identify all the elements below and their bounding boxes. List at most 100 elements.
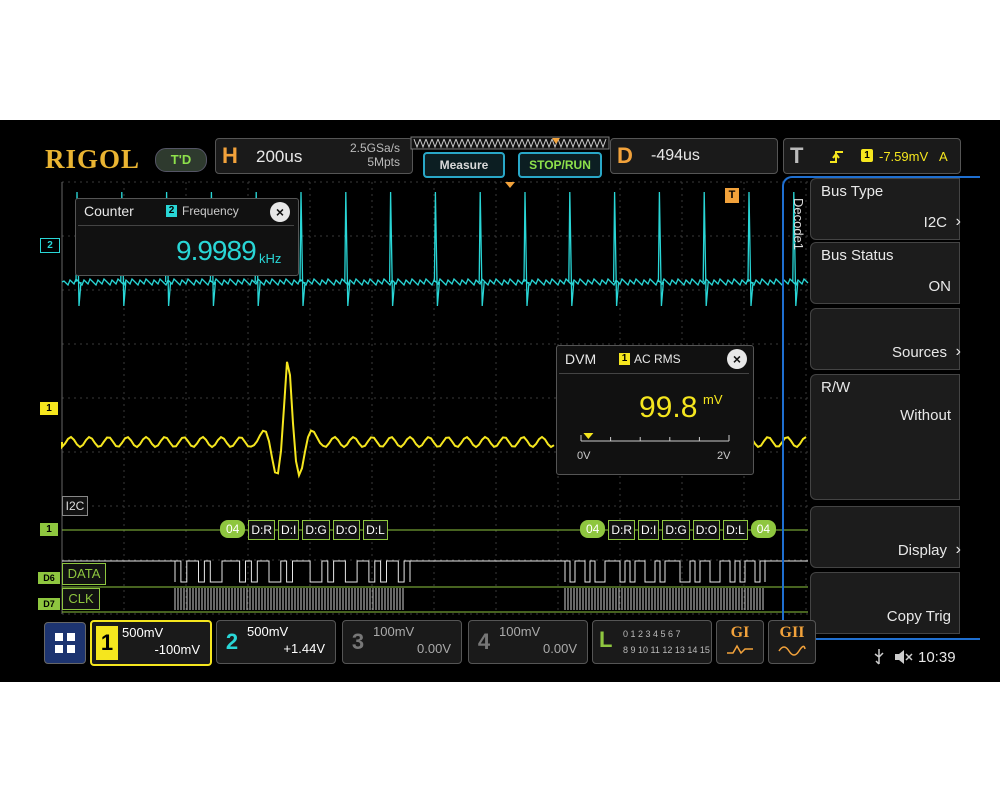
menu-item-title: Bus Type: [821, 183, 884, 200]
decode-data-chip[interactable]: D:O: [692, 520, 721, 540]
channel-1-marker[interactable]: 1: [40, 402, 58, 415]
dvm-unit: mV: [703, 392, 723, 407]
channel-scale: 100mV: [373, 624, 415, 639]
dvm-scale-min: 0V: [577, 450, 591, 462]
trigger-source-badge: 1: [861, 149, 873, 162]
dvm-source-badge: 1: [619, 353, 630, 365]
decode-address-chip[interactable]: 04: [750, 520, 777, 538]
menu-item-value: Display: [897, 542, 947, 559]
logic-channels-high: 8 9 10 11 12 13 14 15: [623, 645, 710, 655]
channel-2-panel[interactable]: 2 500mV +1.44V: [216, 620, 336, 664]
dvm-close-button[interactable]: ×: [727, 349, 747, 369]
channel-number: 3: [351, 629, 365, 654]
counter-panel[interactable]: Counter 2 Frequency × 9.9989 kHz: [75, 198, 299, 276]
trigger-marker[interactable]: T: [725, 188, 739, 203]
pulse-wave-icon: [727, 644, 753, 655]
decode-frame: 04 D:R D:I D:G D:O D:L: [220, 520, 388, 540]
channel-number: 1: [96, 626, 118, 660]
decode-data-chip[interactable]: D:L: [363, 520, 388, 540]
trigger-level: -7.59mV: [879, 149, 929, 164]
clk-label: CLK: [62, 588, 100, 610]
logic-label: L: [599, 627, 613, 652]
decode-frame: 04 D:R D:I D:G D:O D:L 04: [580, 520, 777, 540]
dvm-title: DVM: [565, 351, 597, 367]
menu-item[interactable]: Copy Trig: [810, 572, 960, 634]
clk-waveform: [174, 588, 764, 610]
channel-4-panel[interactable]: 4 100mV 0.00V: [468, 620, 588, 664]
decode-data-chip[interactable]: D:O: [332, 520, 361, 540]
generator-1-button[interactable]: GI: [716, 620, 764, 664]
trigger-mode: A: [939, 149, 948, 164]
generator-2-label: GII: [779, 624, 805, 641]
generator-2-button[interactable]: GII: [768, 620, 816, 664]
d7-marker[interactable]: D7: [38, 598, 60, 610]
dvm-scale: [580, 433, 730, 442]
data-label: DATA: [62, 563, 106, 585]
channel-number: 2: [225, 629, 239, 654]
decode-data-chip[interactable]: D:R: [248, 520, 276, 540]
menu-item-value: Copy Trig: [886, 608, 951, 625]
clock: 10:39: [918, 649, 956, 666]
bus-marker[interactable]: 1: [40, 523, 58, 536]
i2c-label: I2C: [62, 496, 88, 516]
decode-address-chip[interactable]: 04: [580, 520, 606, 538]
channel-offset: 0.00V: [417, 641, 451, 656]
logic-panel[interactable]: L 0 1 2 3 4 5 6 7 8 9 10 11 12 13 14 15: [592, 620, 712, 664]
menu-item-title: R/W: [821, 379, 851, 396]
apps-button[interactable]: [44, 622, 86, 664]
decode-data-chip[interactable]: D:L: [723, 520, 748, 540]
data-waveform: [62, 560, 808, 583]
decode-address-chip[interactable]: 04: [220, 520, 246, 538]
dvm-divider: [559, 373, 749, 374]
menu-item-title: Bus Status: [821, 247, 894, 264]
sine-wave-icon: [778, 645, 806, 656]
decode-data-chip[interactable]: D:I: [278, 520, 300, 540]
counter-type: Frequency: [182, 204, 239, 218]
channel-1-panel[interactable]: 1 500mV -100mV: [90, 620, 212, 666]
menu-item[interactable]: Bus Type I2C ›: [810, 178, 961, 240]
decode-data-chip[interactable]: D:G: [302, 520, 330, 540]
counter-close-button[interactable]: ×: [270, 202, 290, 222]
decode-data-chip[interactable]: D:G: [662, 520, 690, 540]
channel-number: 4: [477, 629, 491, 654]
counter-source-badge: 2: [166, 205, 177, 217]
d6-marker[interactable]: D6: [38, 572, 60, 584]
menu-item[interactable]: Display ›: [810, 506, 961, 568]
menu-item-value: Without: [900, 407, 951, 424]
chevron-right-icon: ›: [955, 343, 961, 360]
dvm-level-marker: [583, 433, 594, 439]
menu-item-value: Sources: [891, 344, 947, 361]
channel-3-panel[interactable]: 3 100mV 0.00V: [342, 620, 462, 664]
decode-data-chip[interactable]: D:I: [638, 520, 660, 540]
channel-offset: 0.00V: [543, 641, 577, 656]
decode-menu-tab[interactable]: Decode1: [784, 198, 806, 250]
channel-offset: -100mV: [154, 642, 200, 657]
channel-scale: 100mV: [499, 624, 541, 639]
speaker-muted-icon: [895, 650, 913, 664]
dvm-scale-max: 2V: [717, 450, 731, 462]
menu-item[interactable]: Sources ›: [810, 308, 961, 370]
channel-scale: 500mV: [247, 624, 289, 639]
logic-channels-low: 0 1 2 3 4 5 6 7: [623, 629, 681, 639]
dvm-value: 99.8: [639, 391, 698, 424]
chevron-right-icon: ›: [955, 213, 961, 230]
dvm-type: AC RMS: [634, 352, 681, 366]
menu-item[interactable]: Bus Status ON: [810, 242, 960, 304]
dvm-panel[interactable]: DVM 1 AC RMS × 99.8 mV 0V 2V: [556, 345, 754, 475]
channel-scale: 500mV: [122, 625, 164, 640]
channel-offset: +1.44V: [283, 641, 325, 656]
counter-divider: [78, 225, 294, 226]
grid-icon: [55, 633, 75, 653]
menu-item-value: ON: [928, 278, 952, 295]
usb-icon: [874, 649, 884, 665]
channel-2-marker[interactable]: 2: [40, 238, 60, 253]
menu-item[interactable]: R/W Without: [810, 374, 960, 500]
decode-data-chip[interactable]: D:R: [608, 520, 636, 540]
counter-title: Counter: [84, 203, 134, 219]
trigger-edge-icon: [830, 151, 843, 163]
counter-unit: kHz: [259, 251, 282, 266]
menu-items: Bus Type I2C › Bus Status ON Sources › R/W Witho…: [810, 178, 961, 638]
chevron-right-icon: ›: [955, 541, 961, 558]
oscilloscope-screen: RIGOL T'D H 200us 2.5GSa/s 5Mpts Measure…: [0, 120, 1000, 682]
trigger-position-marker: [505, 182, 515, 188]
